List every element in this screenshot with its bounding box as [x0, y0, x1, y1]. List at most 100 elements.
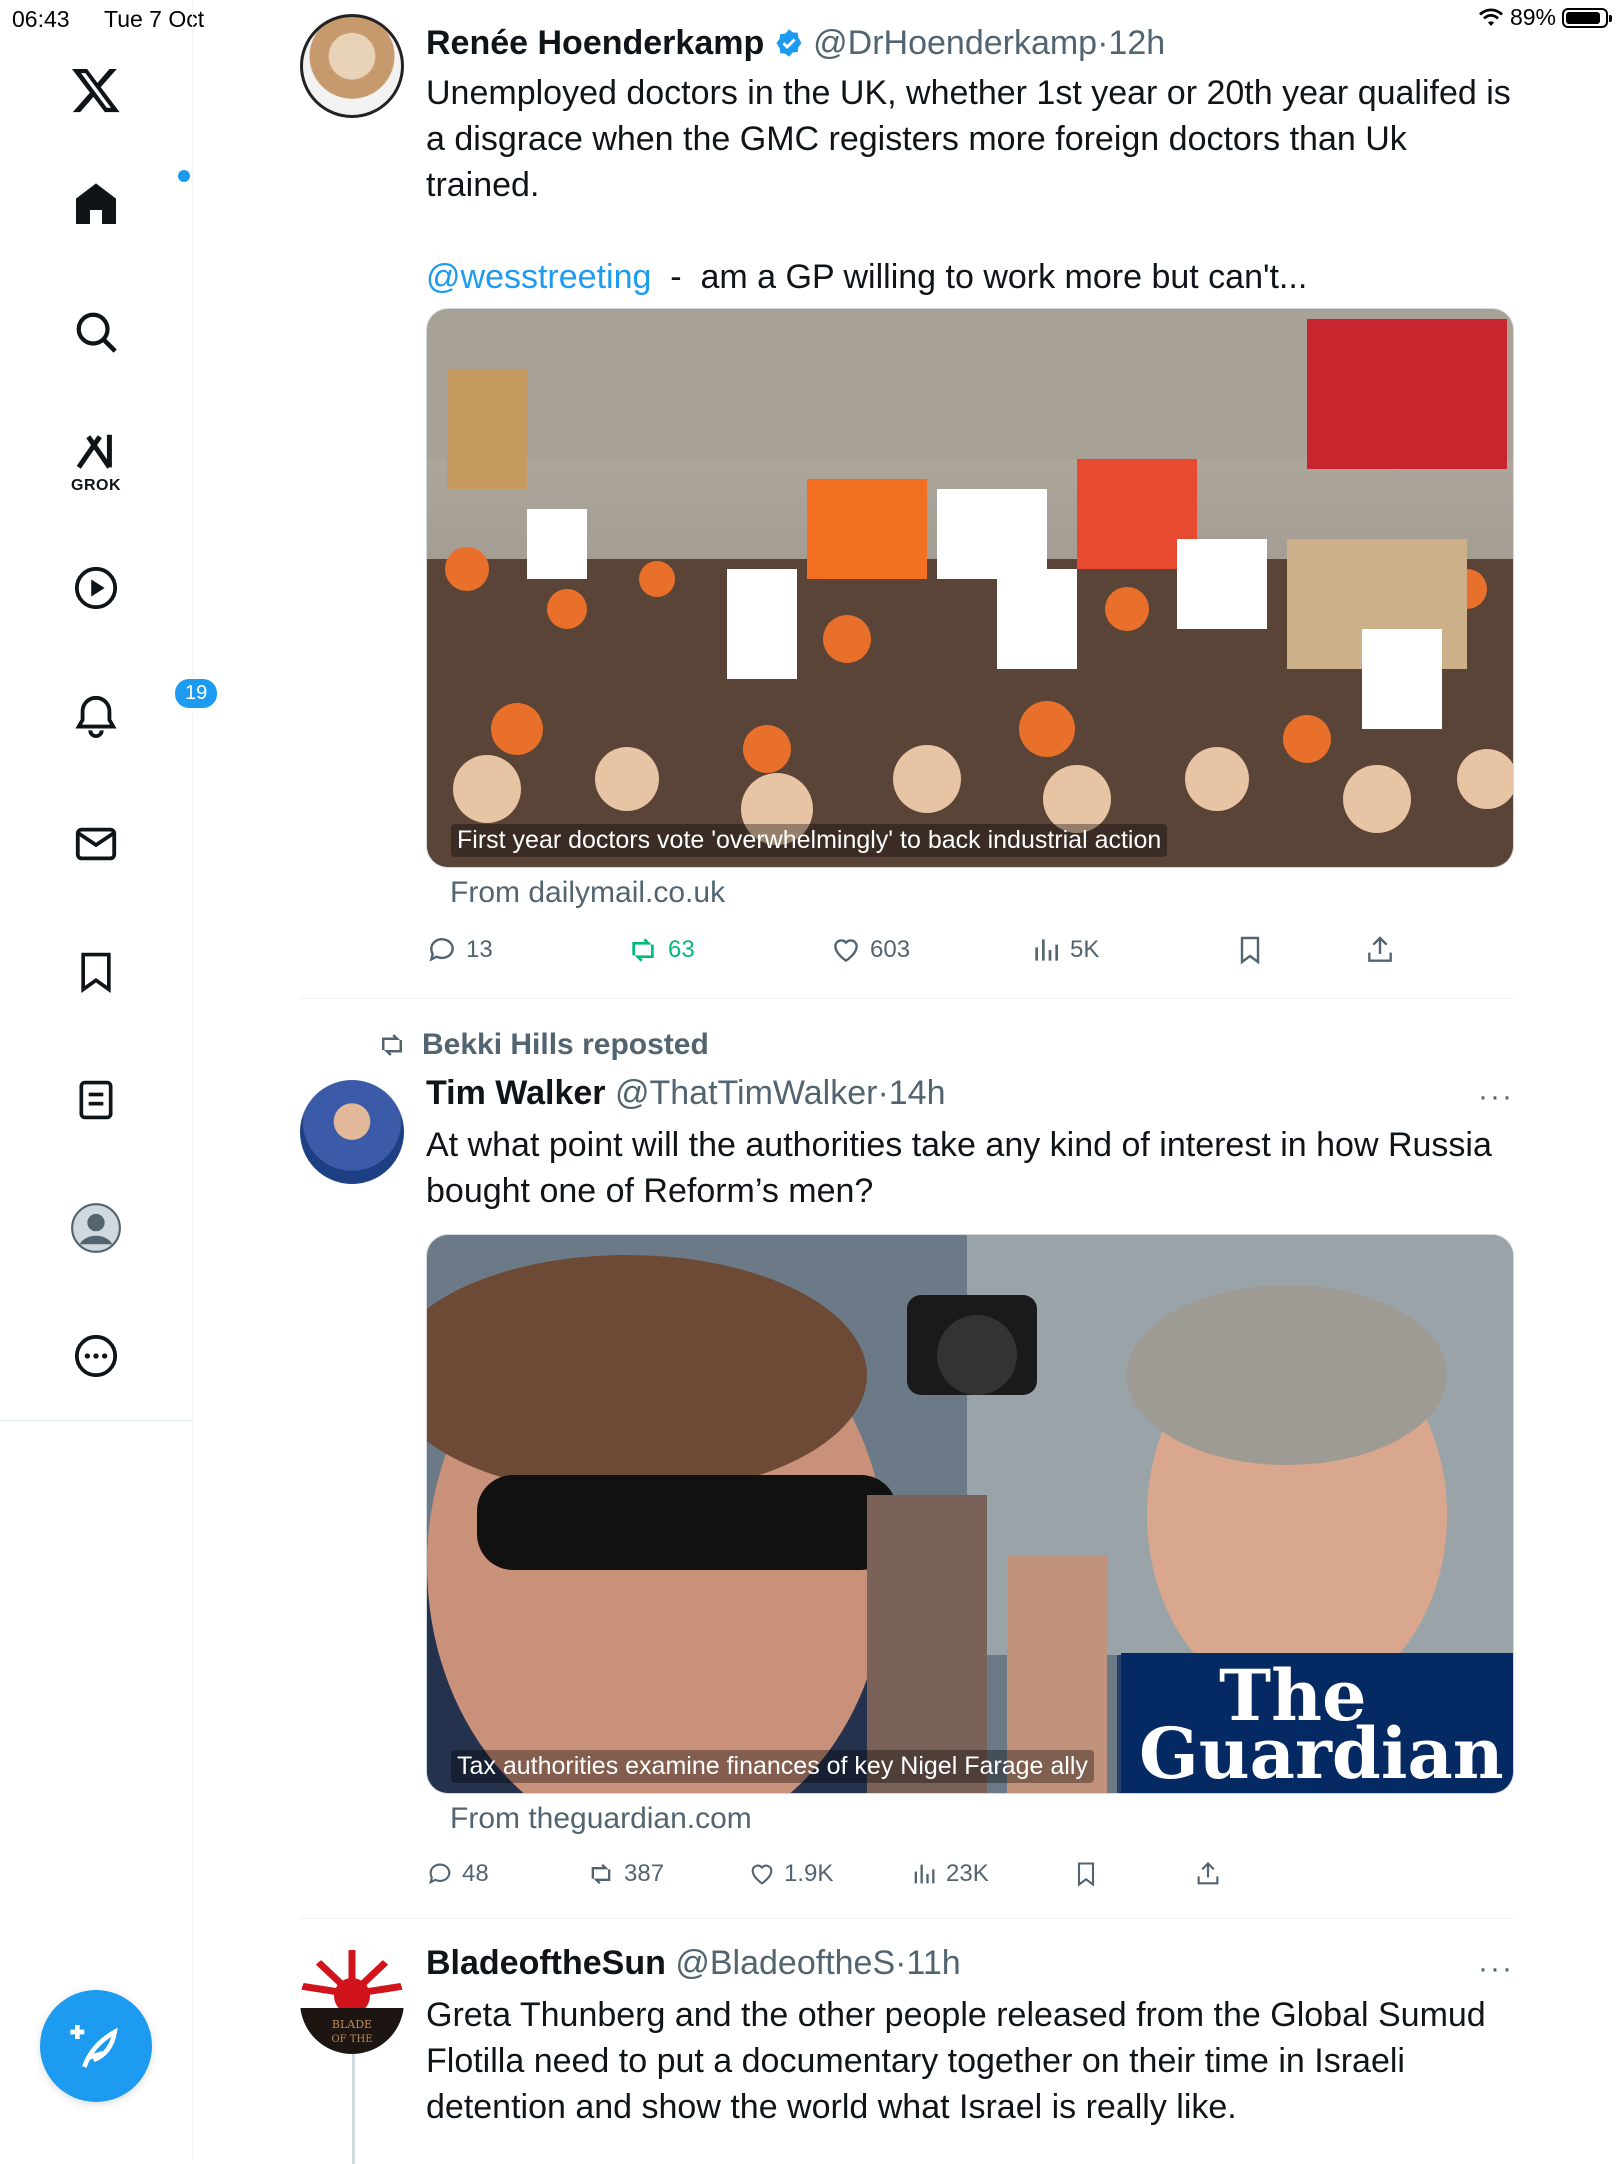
card-caption: Tax authorities examine finances of key …: [451, 1750, 1094, 1783]
reposted-by-label[interactable]: Bekki Hills reposted: [422, 1028, 709, 1062]
like-icon: [751, 1864, 773, 1885]
link-card-image[interactable]: First year doctors vote 'overwhelmingly'…: [426, 308, 1514, 868]
repost-button[interactable]: 63: [626, 934, 695, 966]
avatar[interactable]: [300, 1080, 404, 1184]
bookmark-icon: [1077, 1862, 1095, 1887]
bookmark-icon: [81, 952, 111, 993]
like-button[interactable]: 603: [830, 934, 910, 966]
tweet-text-para-1: Unemployed doctors in the UK, whether 1s…: [426, 74, 1511, 204]
repost-context: Bekki Hills reposted: [376, 1028, 709, 1062]
sidebar-item-messages[interactable]: [0, 812, 192, 876]
tweet-time[interactable]: 11h: [906, 1944, 960, 1982]
sidebar-item-bookmarks[interactable]: [0, 940, 192, 1004]
share-icon: [1368, 936, 1392, 962]
tweet-header: Renée Hoenderkamp @DrHoenderkamp·12h: [426, 24, 1165, 63]
share-button[interactable]: [1364, 934, 1396, 966]
avatar[interactable]: BLADE OF THE: [300, 1950, 404, 2054]
reply-count: 48: [462, 1860, 489, 1887]
guardian-logo-line-2: Guardian: [1139, 1712, 1504, 1794]
reply-icon: [429, 1863, 451, 1885]
notifications-badge: 19: [173, 677, 220, 710]
author-name[interactable]: Renée Hoenderkamp: [426, 24, 764, 62]
play-icon: [74, 566, 118, 610]
more-circle-icon: [74, 1334, 118, 1378]
search-icon: [76, 312, 117, 353]
tweet-time[interactable]: 12h: [1108, 24, 1165, 62]
avatar[interactable]: [300, 14, 404, 118]
author-handle[interactable]: @BladeoftheS: [675, 1944, 895, 1982]
tweet-bladeofthesun[interactable]: BLADE OF THE ··· BladeoftheSun @Bladeoft…: [300, 1940, 1514, 2160]
like-button[interactable]: 1.9K: [748, 1860, 833, 1888]
tweet-tim-walker[interactable]: Bekki Hills reposted ··· Tim Walker @Tha…: [300, 1024, 1514, 1887]
more-dots-icon[interactable]: ···: [1478, 1952, 1514, 1986]
views-icon: [1035, 939, 1058, 961]
author-handle[interactable]: @ThatTimWalker: [615, 1074, 877, 1112]
views-button[interactable]: 23K: [910, 1860, 989, 1888]
views-button[interactable]: 5K: [1030, 934, 1099, 966]
compose-feather-icon: [70, 2025, 118, 2068]
sidebar-item-grok[interactable]: GROK: [0, 420, 192, 504]
author-handle[interactable]: @DrHoenderkamp: [813, 24, 1097, 62]
like-icon: [834, 939, 858, 963]
x-logo-icon[interactable]: [0, 58, 192, 122]
dot-separator: ·: [877, 1074, 889, 1112]
sidebar-item-lists[interactable]: [0, 1068, 192, 1132]
verified-badge-icon: [776, 29, 802, 57]
views-count: 5K: [1070, 936, 1100, 963]
battery-percent: 89%: [1509, 4, 1556, 30]
home-icon: [76, 183, 116, 224]
more-dots-icon[interactable]: ···: [1478, 1080, 1514, 1114]
protest-photo-image: [427, 309, 1513, 867]
share-button[interactable]: [1194, 1860, 1222, 1888]
tweet-time[interactable]: 14h: [889, 1074, 946, 1112]
card-source[interactable]: From theguardian.com: [450, 1802, 752, 1836]
profile-avatar-icon: [71, 1203, 121, 1253]
bookmark-button[interactable]: [1234, 934, 1266, 966]
reply-button[interactable]: 48: [426, 1860, 489, 1888]
grok-label: GROK: [71, 477, 121, 494]
reply-button[interactable]: 13: [426, 934, 493, 966]
like-count: 1.9K: [784, 1860, 834, 1887]
battery-icon: [1562, 7, 1612, 28]
like-count: 603: [870, 936, 911, 963]
tweet-header: Tim Walker @ThatTimWalker·14h: [426, 1074, 946, 1113]
reply-icon: [429, 938, 454, 962]
sidebar-item-home[interactable]: [0, 170, 192, 236]
link-card-image[interactable]: The Guardian Tax authorities examine fin…: [426, 1234, 1514, 1794]
repost-button[interactable]: 387: [586, 1860, 664, 1888]
reply-count: 13: [466, 936, 493, 963]
repost-count: 63: [668, 936, 695, 963]
rising-sun-avatar-image: BLADE OF THE: [300, 1950, 404, 2054]
repost-icon: [382, 1034, 402, 1056]
compose-button[interactable]: [40, 1990, 152, 2102]
share-icon: [1197, 1862, 1219, 1885]
tweet-text-tail: - am a GP willing to work more but can't…: [651, 258, 1308, 296]
home-unread-dot: [178, 170, 190, 182]
tweet-actions: 13 63 603 5K: [426, 934, 1426, 978]
avatar-text-2: OF THE: [331, 2034, 372, 2045]
card-source[interactable]: From dailymail.co.uk: [450, 876, 725, 910]
author-name[interactable]: BladeoftheSun: [426, 1944, 666, 1982]
tweet-divider: [300, 998, 1514, 999]
guardian-logo: The Guardian: [1121, 1653, 1513, 1793]
tweet-divider: [300, 1918, 1514, 1919]
sidebar-item-explore[interactable]: [0, 300, 192, 364]
list-icon: [79, 1080, 113, 1120]
sidebar-item-more[interactable]: [0, 1324, 192, 1388]
tweet-renee[interactable]: Renée Hoenderkamp @DrHoenderkamp·12h Une…: [300, 14, 1514, 994]
tweet-text: Greta Thunberg and the other people rele…: [426, 1996, 1486, 2126]
bookmark-button[interactable]: [1072, 1860, 1100, 1888]
sidebar-item-profile[interactable]: [0, 1196, 192, 1260]
grok-icon: [76, 434, 112, 469]
mention-link[interactable]: @wesstreeting: [426, 258, 651, 296]
author-name[interactable]: Tim Walker: [426, 1074, 606, 1112]
tweet-header: BladeoftheSun @BladeoftheS·11h: [426, 1944, 961, 1983]
mail-icon: [75, 827, 117, 861]
sidebar-item-notifications[interactable]: 19: [0, 677, 220, 748]
repost-icon: [632, 938, 654, 962]
repost-icon: [591, 1863, 611, 1885]
sidebar-divider: [0, 1420, 192, 1421]
sidebar-item-video[interactable]: [0, 556, 192, 620]
repost-count: 387: [624, 1860, 665, 1887]
bookmark-icon: [1240, 936, 1260, 965]
